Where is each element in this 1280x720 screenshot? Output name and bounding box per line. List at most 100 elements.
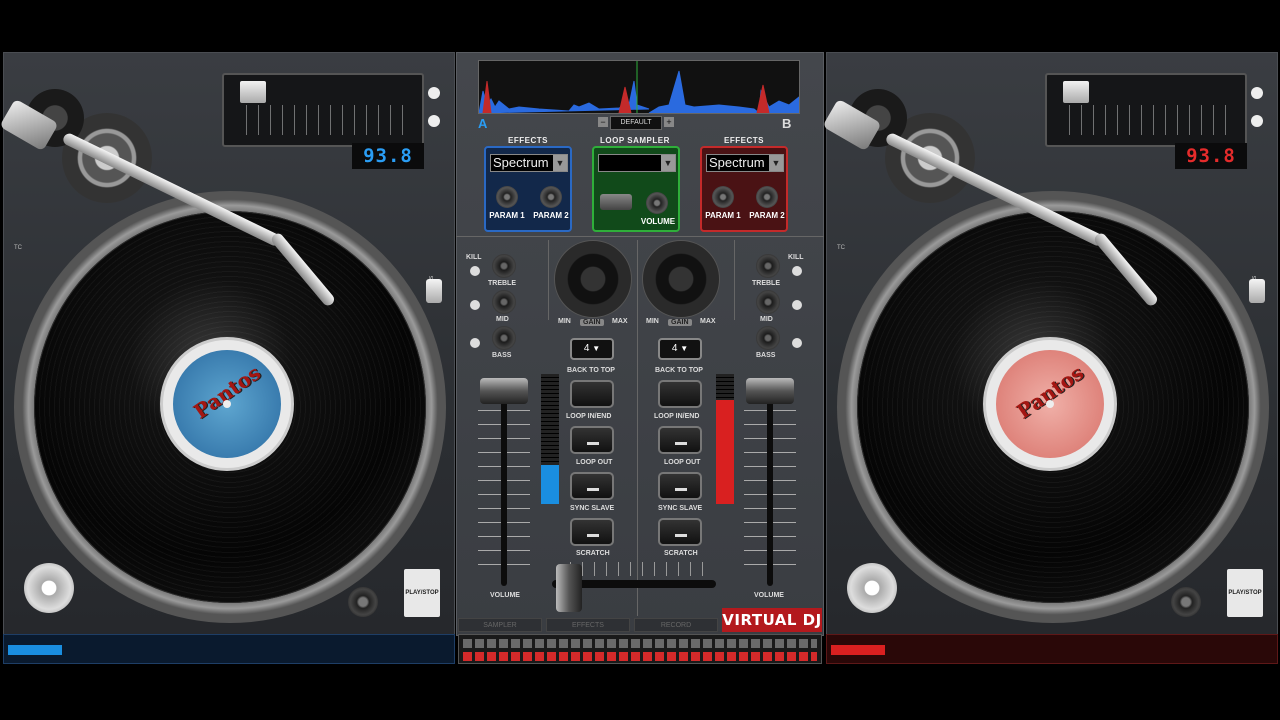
loop-out-label-right: LOOP OUT [664,459,701,466]
volume-fader-left[interactable] [480,378,528,404]
back-to-top-button-right[interactable] [658,380,702,408]
gain-label-right: GAIN [668,319,692,326]
kill-mid-left[interactable] [470,300,480,310]
treble-label-left: TREBLE [488,280,516,287]
tab-sampler[interactable]: SAMPLER [458,618,542,632]
kill-label-right: KILL [788,254,804,261]
deck-a-indicator[interactable]: A [478,116,487,131]
start-stop-knob-left[interactable] [348,587,378,617]
tab-record[interactable]: RECORD [634,618,718,632]
speed-toggle-right[interactable] [1249,279,1265,303]
pitch-slider-right[interactable] [1045,73,1247,147]
back-to-top-label-left: BACK TO TOP [567,367,615,374]
effect-param2-label-right: PARAM 2 [749,211,785,220]
treble-knob-right[interactable] [756,254,780,278]
kill-label-left: KILL [466,254,482,261]
bass-knob-right[interactable] [756,326,780,350]
pitch-handle-right[interactable] [1063,81,1089,103]
layout-prev-button[interactable]: − [598,117,608,127]
effect-select-left[interactable]: Spectrum ▼ [490,154,568,172]
waveform-graph [479,61,799,113]
effect-param2-knob-left[interactable] [540,186,562,208]
waveform-red-mid [618,86,632,113]
loop-length-select-left[interactable]: 4 ▼ [570,338,614,360]
start-stop-knob-right[interactable] [1171,587,1201,617]
kill-treble-right[interactable] [792,266,802,276]
sampler-select[interactable]: ▼ [598,154,676,172]
crossfader-handle[interactable] [556,564,582,612]
play-stop-button-right[interactable]: PLAY/STOP [1227,569,1263,617]
gain-knob-left[interactable] [554,240,632,318]
pitch-handle-left[interactable] [240,81,266,103]
sync-slave-button-right[interactable] [658,518,702,546]
back-to-top-label-right: BACK TO TOP [655,367,703,374]
layout-next-button[interactable]: + [664,117,674,127]
sync-slave-button-left[interactable] [570,518,614,546]
track-progress-fill-left [8,645,62,655]
gain-knob-right[interactable] [642,240,720,318]
volume-fader-track-left [501,386,507,586]
treble-knob-left[interactable] [492,254,516,278]
track-progress-right[interactable] [826,634,1278,664]
loop-in-end-indicator-right [675,442,687,445]
play-stop-button-left[interactable]: PLAY/STOP [404,569,440,617]
kill-bass-left[interactable] [470,338,480,348]
loop-length-select-right[interactable]: 4 ▼ [658,338,702,360]
sampler-volume-label: VOLUME [640,217,676,226]
tab-effects[interactable]: EFFECTS [546,618,630,632]
loop-in-end-button-right[interactable] [658,426,702,454]
loop-out-button-left[interactable] [570,472,614,500]
pitch-slider-left[interactable] [222,73,424,147]
sampler-play-button[interactable] [600,194,632,210]
volume-fader-right[interactable] [746,378,794,404]
volume-label-right: VOLUME [754,592,784,599]
loop-length-value-right: 4 [671,343,678,354]
kill-mid-right[interactable] [792,300,802,310]
scratch-label-left: SCRATCH [576,550,610,557]
loop-in-end-button-left[interactable] [570,426,614,454]
mid-knob-right[interactable] [756,290,780,314]
level-meter-right [716,374,734,504]
bass-knob-left[interactable] [492,326,516,350]
effect-select-right[interactable]: Spectrum ▼ [706,154,784,172]
loop-in-end-indicator-left [587,442,599,445]
loop-in-end-label-left: LOOP IN/END [566,413,612,420]
layout-select[interactable]: DEFAULT [610,116,662,130]
pitch-range-right[interactable] [1251,115,1263,127]
loop-length-value-left: 4 [583,343,590,354]
pitch-reset-left[interactable] [428,87,440,99]
deck-b-indicator[interactable]: B [782,116,791,131]
loop-out-button-right[interactable] [658,472,702,500]
back-to-top-button-left[interactable] [570,380,614,408]
loop-in-end-label-right: LOOP IN/END [654,413,700,420]
deck-left: 93.8 Technics TC Pantos PLAY/STOP [0,52,455,636]
kill-treble-left[interactable] [470,266,480,276]
gain-label-left: GAIN [580,319,604,326]
spindle-left [223,400,231,408]
sampler-volume-knob[interactable] [646,192,668,214]
gain-max-right: MAX [700,318,716,325]
gain-max-left: MAX [612,318,628,325]
sequencer-row-bottom[interactable] [463,652,817,661]
effect-param1-knob-left[interactable] [496,186,518,208]
mid-knob-left[interactable] [492,290,516,314]
level-meter-fill-right [716,400,734,504]
sync-slave-label-right: SYNC SLAVE [658,505,703,512]
pitch-range-left[interactable] [428,115,440,127]
chevron-down-icon: ▼ [661,155,675,171]
pitch-reset-right[interactable] [1251,87,1263,99]
waveform-display[interactable] [478,60,800,114]
virtual-dj-logo: VIRTUAL DJ [722,608,822,632]
effect-param2-knob-right[interactable] [756,186,778,208]
kill-bass-right[interactable] [792,338,802,348]
level-meter-left [541,374,559,504]
chevron-down-icon: ▼ [553,155,567,171]
beat-sequencer[interactable] [458,634,822,664]
deck-right: 93.8 Technics TC Pantos PLAY/STOP [822,52,1278,636]
chevron-down-icon: ▼ [769,155,783,171]
mid-label-left: MID [496,316,509,323]
sequencer-row-top[interactable] [463,639,817,648]
track-progress-left[interactable] [3,634,455,664]
speed-toggle-left[interactable] [426,279,442,303]
effect-param1-knob-right[interactable] [712,186,734,208]
